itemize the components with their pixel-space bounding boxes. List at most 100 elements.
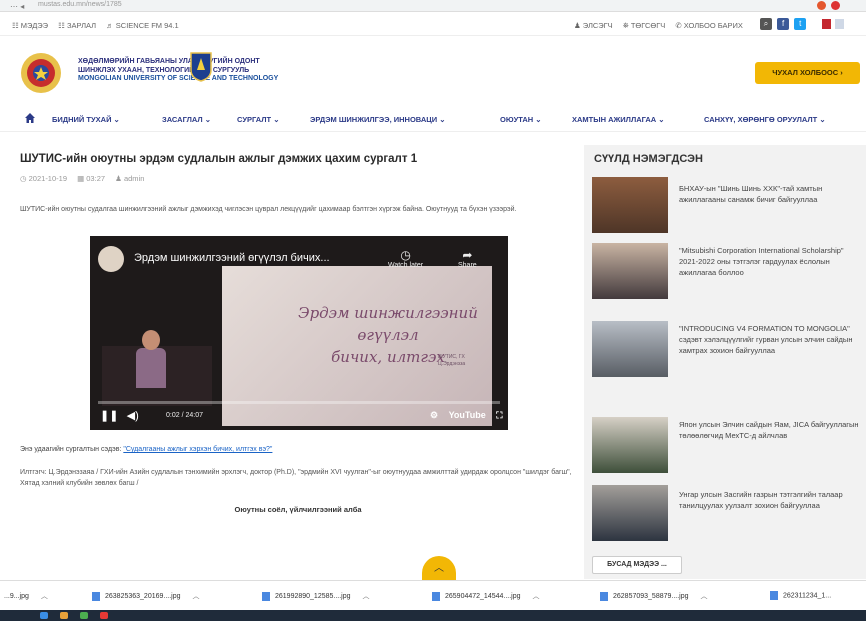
taskbar-app-icon[interactable] bbox=[60, 612, 68, 619]
scroll-to-top-button[interactable]: ︿ bbox=[422, 556, 456, 580]
video-title[interactable]: Эрдэм шинжилгээний өгүүлэл бичих... bbox=[134, 252, 330, 264]
search-icon[interactable]: ⌕ bbox=[760, 18, 772, 30]
news-thumbnail[interactable] bbox=[592, 485, 668, 541]
top-link-applicant[interactable]: ♟ ЭЛСЭГЧ bbox=[574, 21, 613, 30]
download-item[interactable]: 262311234_1... bbox=[770, 591, 831, 600]
download-filename: 263825363_20169....jpg bbox=[105, 593, 181, 600]
nav-governance[interactable]: ЗАСАГЛАЛ ⌄ bbox=[162, 115, 211, 124]
video-player[interactable]: Эрдэм шинжилгээний өгүүлэл бичих, илтгэх… bbox=[90, 236, 508, 430]
news-thumbnail[interactable] bbox=[592, 177, 668, 233]
sidebar-latest: СҮҮЛД НЭМЭГДСЭН БНХАУ-ын "Шинь Шинь ХХК"… bbox=[584, 145, 866, 579]
top-link-contact[interactable]: ✆ ХОЛБОО БАРИХ bbox=[675, 21, 743, 30]
extension-icon[interactable] bbox=[830, 1, 840, 10]
downloads-bar: ...9...jpg ︿ 263825363_20169....jpg ︿ 2619… bbox=[0, 580, 866, 610]
taskbar-app-icon[interactable] bbox=[80, 612, 88, 619]
sidebar-news-link[interactable]: "Mitsubishi Corporation International Sc… bbox=[679, 245, 859, 278]
article-author[interactable]: ♟ admin bbox=[115, 174, 144, 183]
mongolian-flag-icon[interactable] bbox=[822, 19, 831, 29]
settings-gear-icon[interactable]: ⚙ bbox=[430, 410, 438, 420]
nav-finance[interactable]: САНХҮҮ, ХӨРӨНГӨ ОРУУЛАЛТ ⌄ bbox=[704, 115, 826, 124]
taskbar-app-icon[interactable] bbox=[40, 612, 48, 619]
download-item[interactable]: 265904472_14544....jpg ︿ bbox=[432, 591, 540, 601]
nav-students[interactable]: ОЮУТАН ⌄ bbox=[500, 115, 542, 124]
university-name[interactable]: ХӨДӨЛМӨРИЙН ГАВЬЯАНЫ УЛААН ТУГИЙН ОДОНТ … bbox=[78, 58, 278, 84]
chevron-up-icon[interactable]: ︿ bbox=[533, 593, 540, 600]
nav-research[interactable]: ЭРДЭМ ШИНЖИЛГЭЭ, ИННОВАЦИ ⌄ bbox=[310, 115, 446, 124]
chevron-up-icon[interactable]: ︿ bbox=[193, 593, 200, 600]
watch-later-button[interactable]: ◷ Watch later bbox=[388, 248, 423, 269]
video-screen-small: ШУТИС, ГХ Ц.Эрдэнэза bbox=[438, 354, 466, 367]
news-thumbnail[interactable] bbox=[592, 417, 668, 473]
image-file-icon bbox=[600, 591, 608, 601]
important-links-button[interactable]: ЧУХАЛ ХОЛБООС › bbox=[755, 62, 860, 84]
video-screen-line-2: бичих, илтгэх bbox=[331, 348, 445, 366]
sidebar-news-link[interactable]: Япон улсын Элчин сайдын Яам, JICA байгуу… bbox=[679, 419, 859, 441]
news-thumbnail[interactable] bbox=[592, 243, 668, 299]
top-link-announcements[interactable]: ☷ ЗАРЛАЛ bbox=[58, 21, 96, 30]
chevron-up-icon[interactable]: ︿ bbox=[701, 593, 708, 600]
university-emblem-icon[interactable] bbox=[20, 52, 62, 94]
article-credits: Илтгэгч: Ц.Эрдэнэзаяа / ГХИ-ийн Азийн су… bbox=[20, 469, 572, 487]
facebook-icon[interactable]: f bbox=[777, 18, 790, 30]
share-button[interactable]: ➦ Share bbox=[458, 248, 477, 269]
extension-icon[interactable] bbox=[817, 1, 826, 10]
share-label: Share bbox=[458, 262, 477, 269]
article-meta: ◷ 2021-10-19 ▦ 03:27 ♟ admin bbox=[20, 174, 152, 183]
twitter-icon[interactable]: t bbox=[794, 18, 807, 30]
youtube-logo[interactable]: YouTube bbox=[449, 410, 486, 420]
download-filename: 262857093_58879....jpg bbox=[613, 593, 689, 600]
top-link-alumni[interactable]: ⛯ ТӨГСӨГЧ bbox=[623, 21, 666, 30]
download-filename: ...9...jpg bbox=[4, 593, 29, 600]
top-link-science-fm[interactable]: ♬ SCIENCE FM 94.1 bbox=[106, 21, 179, 30]
article-time: ▦ 03:27 bbox=[77, 174, 106, 183]
news-thumbnail[interactable] bbox=[592, 321, 668, 377]
shield-logo-icon bbox=[190, 52, 212, 82]
university-name-mn-1: ХӨДӨЛМӨРИЙН ГАВЬЯАНЫ УЛААН ТУГИЙН ОДОНТ bbox=[78, 58, 260, 65]
top-bar-left: ☷ МЭДЭЭ ☷ ЗАРЛАЛ ♬ SCIENCE FM 94.1 bbox=[12, 21, 187, 30]
english-flag-icon[interactable] bbox=[835, 19, 845, 29]
chevron-up-icon[interactable]: ︿ bbox=[363, 593, 370, 600]
taskbar-app-icon[interactable] bbox=[100, 612, 108, 619]
video-screen-line-1: Эрдэм шинжилгээний өгүүлэл bbox=[298, 304, 478, 344]
nav-education[interactable]: СУРГАЛТ ⌄ bbox=[237, 115, 279, 124]
top-bar-right: ♟ ЭЛСЭГЧ ⛯ ТӨГСӨГЧ ✆ ХОЛБОО БАРИХ bbox=[574, 21, 751, 31]
sidebar-news-link[interactable]: "INTRODUCING V4 FORMATION TO MONGOLIA" с… bbox=[679, 323, 859, 356]
download-item[interactable]: ...9...jpg ︿ bbox=[4, 591, 48, 601]
download-item[interactable]: 262857093_58879....jpg ︿ bbox=[600, 591, 708, 601]
image-file-icon bbox=[262, 591, 270, 601]
source-link[interactable]: "Судалгааны ажлыг хэрхэн бичих, илтгэх в… bbox=[123, 446, 272, 453]
download-item[interactable]: 261992890_12585....jpg ︿ bbox=[262, 591, 370, 601]
nav-cooperation[interactable]: ХАМТЫН АЖИЛЛАГАА ⌄ bbox=[572, 115, 665, 124]
home-icon[interactable] bbox=[25, 113, 35, 123]
sidebar-title: СҮҮЛД НЭМЭГДСЭН bbox=[594, 153, 703, 165]
browser-menu-icon[interactable]: ⋯ ◂ bbox=[10, 2, 24, 11]
image-file-icon bbox=[432, 591, 440, 601]
channel-avatar[interactable] bbox=[98, 246, 124, 272]
browser-extensions bbox=[814, 1, 844, 10]
youtube-controls: ⚙ YouTube ⛶ bbox=[430, 410, 503, 421]
sidebar-news-link[interactable]: БНХАУ-ын "Шинь Шинь ХХК"-тай хамтын ажил… bbox=[679, 183, 859, 205]
fullscreen-icon[interactable]: ⛶ bbox=[496, 410, 502, 420]
download-item[interactable]: 263825363_20169....jpg ︿ bbox=[92, 591, 200, 601]
main-nav: БИДНИЙ ТУХАЙ ⌄ ЗАСАГЛАЛ ⌄ СУРГАЛТ ⌄ ЭРДЭ… bbox=[0, 106, 866, 132]
volume-icon[interactable]: ◀) bbox=[127, 410, 139, 422]
address-bar[interactable]: mustas.edu.mn/news/1785 bbox=[38, 1, 122, 8]
video-progress-bar[interactable] bbox=[98, 401, 500, 404]
download-filename: 262311234_1... bbox=[783, 592, 832, 600]
nav-about[interactable]: БИДНИЙ ТУХАЙ ⌄ bbox=[52, 115, 120, 124]
sidebar-news-link[interactable]: Унгар улсын Засгийн газрын тэтгэлгийн та… bbox=[679, 489, 859, 511]
chevron-up-icon: ︿ bbox=[434, 563, 444, 574]
top-link-news[interactable]: ☷ МЭДЭЭ bbox=[12, 21, 48, 30]
watch-later-label: Watch later bbox=[388, 262, 424, 269]
social-icons: ⌕ f t bbox=[760, 18, 809, 30]
more-news-button[interactable]: БУСАД МЭДЭЭ ... bbox=[592, 556, 682, 574]
article-date: ◷ 2021-10-19 bbox=[20, 174, 67, 183]
chevron-up-icon[interactable]: ︿ bbox=[41, 593, 48, 600]
video-speaker bbox=[136, 348, 166, 388]
download-filename: 261992890_12585....jpg bbox=[275, 593, 351, 600]
top-bar: ☷ МЭДЭЭ ☷ ЗАРЛАЛ ♬ SCIENCE FM 94.1 ♟ ЭЛС… bbox=[0, 14, 866, 36]
video-controls: ❚❚ ◀) bbox=[100, 409, 139, 422]
pause-icon[interactable]: ❚❚ bbox=[100, 410, 118, 422]
video-screen-text: Эрдэм шинжилгээний өгүүлэл бичих, илтгэх bbox=[268, 302, 508, 368]
image-file-icon bbox=[92, 591, 100, 601]
